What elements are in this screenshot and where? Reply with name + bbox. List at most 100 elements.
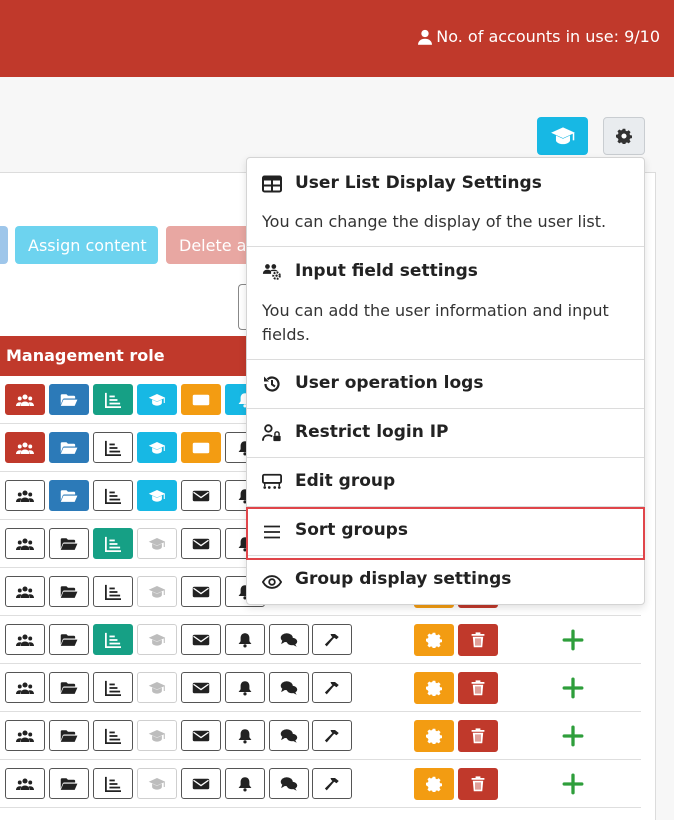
list-role-button[interactable] xyxy=(93,720,133,751)
education-role-button[interactable] xyxy=(137,672,177,703)
menu-item-edit-group[interactable]: Edit group xyxy=(247,458,644,506)
folder-role-button[interactable] xyxy=(49,672,89,703)
list-role-button[interactable] xyxy=(93,528,133,559)
education-role-button[interactable] xyxy=(137,768,177,799)
menu-item-input-field-settings[interactable]: Input field settings You can add the use… xyxy=(247,247,644,359)
education-button[interactable] xyxy=(537,117,588,155)
menu-item-group-display-settings[interactable]: Group display settings xyxy=(247,556,644,604)
chat-role-button[interactable] xyxy=(269,624,309,655)
users-role-button[interactable] xyxy=(5,480,45,511)
chat-role-button[interactable] xyxy=(269,720,309,751)
education-role-button[interactable] xyxy=(137,480,177,511)
folder-role-button[interactable] xyxy=(49,432,89,463)
row-settings-button[interactable] xyxy=(414,768,454,800)
row-delete-button[interactable] xyxy=(458,720,498,752)
delete-button[interactable]: Delete a xyxy=(166,226,256,264)
folder-icon xyxy=(60,488,78,504)
education-role-button[interactable] xyxy=(137,384,177,415)
sort-groups-highlight xyxy=(246,507,645,560)
row-settings-button[interactable] xyxy=(414,720,454,752)
mail-role-button[interactable] xyxy=(181,480,221,511)
menu-item-user-list-display-settings[interactable]: User List Display Settings You can chang… xyxy=(247,158,644,246)
add-icon[interactable] xyxy=(562,725,584,747)
hammer-icon xyxy=(323,776,341,792)
users-role-button[interactable] xyxy=(5,576,45,607)
gear-icon xyxy=(425,632,443,648)
users-role-button[interactable] xyxy=(5,624,45,655)
add-icon[interactable] xyxy=(562,677,584,699)
users-role-button[interactable] xyxy=(5,720,45,751)
graduation-cap-icon xyxy=(148,440,166,456)
hammer-role-button[interactable] xyxy=(312,624,352,655)
education-role-button[interactable] xyxy=(137,528,177,559)
folder-role-button[interactable] xyxy=(49,528,89,559)
mail-role-button[interactable] xyxy=(181,528,221,559)
row-delete-button[interactable] xyxy=(458,768,498,800)
users-role-button[interactable] xyxy=(5,768,45,799)
menu-item-user-operation-logs[interactable]: User operation logs xyxy=(247,360,644,408)
add-icon[interactable] xyxy=(562,773,584,795)
users-icon xyxy=(16,536,34,552)
partial-action-button[interactable] xyxy=(0,226,8,264)
row-delete-button[interactable] xyxy=(458,672,498,704)
list-icon xyxy=(104,728,122,744)
chat-icon xyxy=(280,728,298,744)
table-row xyxy=(0,616,641,664)
mail-role-button[interactable] xyxy=(181,672,221,703)
list-role-button[interactable] xyxy=(93,384,133,415)
bell-role-button[interactable] xyxy=(225,768,265,799)
folder-role-button[interactable] xyxy=(49,720,89,751)
gear-icon xyxy=(425,680,443,696)
list-role-button[interactable] xyxy=(93,768,133,799)
mail-role-button[interactable] xyxy=(181,432,221,463)
folder-role-button[interactable] xyxy=(49,480,89,511)
mail-role-button[interactable] xyxy=(181,624,221,655)
education-role-button[interactable] xyxy=(137,432,177,463)
trash-icon xyxy=(469,776,487,792)
list-role-button[interactable] xyxy=(93,624,133,655)
list-role-button[interactable] xyxy=(93,576,133,607)
bell-icon xyxy=(236,632,254,648)
education-role-button[interactable] xyxy=(137,624,177,655)
table-row xyxy=(0,760,641,808)
hammer-role-button[interactable] xyxy=(312,672,352,703)
mail-role-button[interactable] xyxy=(181,384,221,415)
bell-role-button[interactable] xyxy=(225,672,265,703)
row-settings-button[interactable] xyxy=(414,672,454,704)
menu-item-title: User operation logs xyxy=(295,373,484,393)
menu-item-title: User List Display Settings xyxy=(295,173,542,193)
row-delete-button[interactable] xyxy=(458,624,498,656)
users-role-button[interactable] xyxy=(5,528,45,559)
settings-button[interactable] xyxy=(603,117,645,155)
assign-content-button[interactable]: Assign content xyxy=(15,226,158,264)
list-role-button[interactable] xyxy=(93,672,133,703)
hammer-role-button[interactable] xyxy=(312,720,352,751)
add-icon[interactable] xyxy=(562,629,584,651)
list-role-button[interactable] xyxy=(93,480,133,511)
users-role-button[interactable] xyxy=(5,672,45,703)
menu-item-restrict-login-ip[interactable]: Restrict login IP xyxy=(247,409,644,457)
folder-role-button[interactable] xyxy=(49,384,89,415)
users-icon xyxy=(16,776,34,792)
folder-role-button[interactable] xyxy=(49,624,89,655)
folder-role-button[interactable] xyxy=(49,576,89,607)
mail-role-button[interactable] xyxy=(181,576,221,607)
accounts-indicator: No. of accounts in use: 9/10 xyxy=(418,27,660,46)
chat-role-button[interactable] xyxy=(269,768,309,799)
bell-role-button[interactable] xyxy=(225,624,265,655)
folder-role-button[interactable] xyxy=(49,768,89,799)
menu-item-description: You can change the display of the user l… xyxy=(262,212,607,231)
row-settings-button[interactable] xyxy=(414,624,454,656)
bell-role-button[interactable] xyxy=(225,720,265,751)
education-role-button[interactable] xyxy=(137,720,177,751)
users-role-button[interactable] xyxy=(5,432,45,463)
mail-role-button[interactable] xyxy=(181,720,221,751)
users-role-button[interactable] xyxy=(5,384,45,415)
chat-role-button[interactable] xyxy=(269,672,309,703)
education-role-button[interactable] xyxy=(137,576,177,607)
user-lock-icon xyxy=(262,423,282,443)
graduation-cap-icon xyxy=(148,776,166,792)
mail-role-button[interactable] xyxy=(181,768,221,799)
hammer-role-button[interactable] xyxy=(312,768,352,799)
list-role-button[interactable] xyxy=(93,432,133,463)
